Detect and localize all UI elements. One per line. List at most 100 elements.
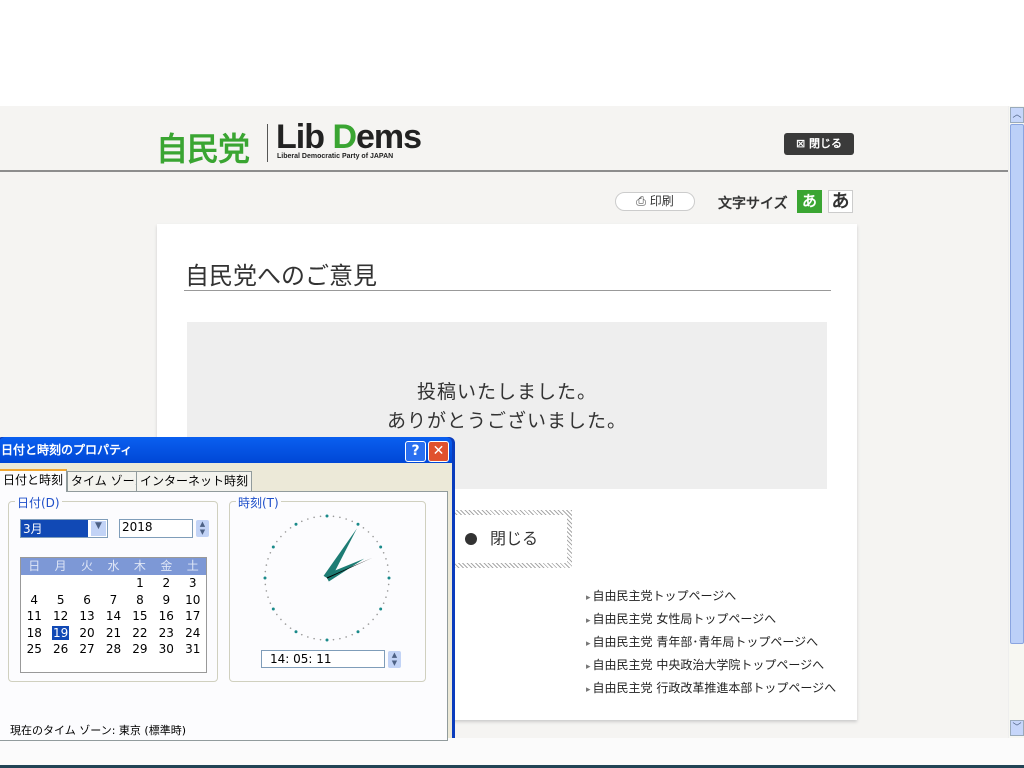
time-spinner-icon[interactable]: ▲ ▼ — [388, 651, 401, 668]
calendar-day[interactable]: 8 — [127, 592, 153, 609]
selected-day[interactable]: 19 — [51, 625, 70, 640]
calendar-week: 4 5 6 7 8 9 10 — [21, 592, 206, 609]
calendar-day[interactable]: 4 — [21, 592, 47, 609]
calendar-day[interactable]: 9 — [153, 592, 179, 609]
minute-tick — [267, 596, 269, 598]
calendar-day[interactable]: 14 — [100, 608, 126, 625]
time-input[interactable]: 14: 05: 11 — [261, 650, 385, 668]
calendar-day[interactable]: 17 — [180, 608, 206, 625]
year-input[interactable]: 2018 — [119, 519, 193, 538]
calendar-day[interactable]: 21 — [100, 625, 126, 642]
current-timezone: 現在のタイム ゾーン: 東京 (標準時) — [10, 724, 187, 737]
hour-tick — [356, 522, 360, 526]
font-small-button[interactable]: あ — [797, 190, 822, 213]
calendar-day[interactable]: 7 — [100, 592, 126, 609]
hour-tick — [294, 630, 298, 634]
calendar-day[interactable]: 16 — [153, 608, 179, 625]
link-item[interactable]: 自由民主党 青年部･青年局トップページへ — [586, 632, 836, 655]
minute-tick — [319, 638, 322, 641]
hour-tick — [325, 514, 329, 518]
tab-internet-time[interactable]: インターネット時刻 — [136, 471, 253, 491]
calendar-week: 123 — [21, 575, 206, 592]
close-icon[interactable]: ✕ — [428, 441, 449, 462]
calendar-day[interactable]: 10 — [180, 592, 206, 609]
calendar: 日月火水木金土 1 2 3 4 5 6 7 8 9 10 11 12 13 14 15 16 17 18 19 20 2… — [20, 557, 207, 673]
minute-tick — [385, 596, 387, 598]
calendar-day[interactable]: 11 — [21, 608, 47, 625]
year-spinner-icon[interactable]: ▲ ▼ — [196, 520, 209, 537]
date-time-dialog: 日付と時刻のプロパティ ? ✕ 日付と時刻 タイム ゾーン インターネット時刻 … — [0, 437, 455, 741]
scroll-down-icon[interactable]: ﹀ — [1010, 720, 1024, 736]
calendar-week: 18 19 20 21 22 23 24 — [21, 625, 206, 642]
minute-tick — [332, 515, 335, 518]
calendar-day[interactable]: 3 — [180, 575, 206, 592]
weekday-header: 金 — [160, 559, 173, 573]
minute-tick — [367, 531, 370, 533]
calendar-day[interactable]: 30 — [153, 641, 179, 658]
hour-tick — [325, 638, 329, 642]
minute-tick — [351, 520, 354, 523]
calendar-day[interactable]: 26 — [47, 641, 73, 658]
minute-tick — [280, 535, 282, 538]
calendar-day — [47, 575, 73, 592]
link-item[interactable]: 自由民主党トップページへ — [586, 586, 836, 609]
calendar-day[interactable]: 15 — [127, 608, 153, 625]
calendar-day[interactable]: 18 — [21, 625, 47, 642]
tab-panel: 日付(D) 3月 ▼ 2018 ▲ ▼ 日月火水木金土 1 2 3 4 5 6 7 8 9 10 11 1… — [0, 491, 448, 741]
header-close-button[interactable]: ⊠ 閉じる — [784, 133, 854, 155]
link-item[interactable]: 自由民主党 中央政治大学院トップページへ — [586, 655, 836, 678]
minute-tick — [345, 636, 347, 638]
link-list: 自由民主党トップページへ 自由民主党 女性局トップページへ 自由民主党 青年部･… — [586, 586, 837, 701]
dialog-body: 日付と時刻 タイム ゾーン インターネット時刻 日付(D) 3月 ▼ 2018 ▲… — [0, 463, 452, 741]
calendar-day[interactable]: 1 — [127, 575, 153, 592]
calendar-day[interactable]: 12 — [47, 608, 73, 625]
calendar-day[interactable]: 23 — [153, 625, 179, 642]
calendar-day[interactable]: 5 — [47, 592, 73, 609]
hour-tick — [387, 576, 391, 580]
calendar-body: 1 2 3 4 5 6 7 8 9 10 11 12 13 14 15 16 17 18 19 20 21 22 23 24 2… — [21, 575, 206, 658]
minute-tick — [367, 623, 370, 625]
calendar-day[interactable]: 28 — [100, 641, 126, 658]
tab-date-time[interactable]: 日付と時刻 — [0, 469, 68, 492]
print-button[interactable]: ⎙ 印刷 — [615, 192, 695, 211]
calendar-day[interactable]: 25 — [21, 641, 47, 658]
logo-en[interactable]: Lib Dems — [276, 118, 422, 157]
calendar-day[interactable]: 27 — [74, 641, 100, 658]
minute-tick — [264, 583, 267, 586]
link-item[interactable]: 自由民主党 行政改革推進本部トップページへ — [586, 678, 837, 701]
calendar-day[interactable]: 20 — [74, 625, 100, 642]
link-item[interactable]: 自由民主党 女性局トップページへ — [586, 609, 836, 632]
weekday-header: 木 — [133, 559, 146, 573]
logo-jp[interactable]: 自民党 — [156, 124, 250, 170]
calendar-day[interactable]: 22 — [127, 625, 153, 642]
hour-tick — [263, 576, 267, 580]
minute-tick — [351, 633, 354, 636]
font-large-button[interactable]: あ — [828, 190, 853, 213]
chevron-down-icon[interactable]: ▼ — [91, 521, 106, 536]
vertical-scrollbar[interactable]: ︿ ﹀ — [1008, 106, 1024, 738]
minute-tick — [382, 551, 385, 554]
minute-tick — [307, 518, 309, 520]
close-button[interactable]: 閉じる — [450, 510, 572, 568]
calendar-day[interactable]: 19 — [47, 625, 73, 642]
scroll-thumb[interactable] — [1010, 124, 1024, 644]
weekday-header: 火 — [81, 559, 94, 573]
logo-part: D — [332, 118, 357, 156]
calendar-day[interactable]: 13 — [74, 608, 100, 625]
month-select[interactable]: 3月 ▼ — [20, 519, 108, 538]
minute-tick — [280, 618, 282, 621]
calendar-day[interactable]: 6 — [74, 592, 100, 609]
taskbar-edge — [0, 738, 1024, 768]
calendar-day[interactable]: 29 — [127, 641, 153, 658]
help-icon[interactable]: ? — [405, 441, 426, 462]
calendar-day[interactable]: 24 — [180, 625, 206, 642]
calendar-day[interactable]: 2 — [153, 575, 179, 592]
message-line: ありがとうございました。 — [386, 410, 627, 432]
analog-clock — [263, 514, 391, 642]
scroll-up-icon[interactable]: ︿ — [1010, 107, 1024, 123]
minute-tick — [376, 613, 378, 616]
minute-tick — [319, 515, 322, 518]
calendar-day[interactable]: 31 — [180, 641, 206, 658]
minute-tick — [289, 527, 292, 529]
time-group: 時刻(T) 14: 05: 11 ▲ ▼ — [229, 494, 426, 682]
